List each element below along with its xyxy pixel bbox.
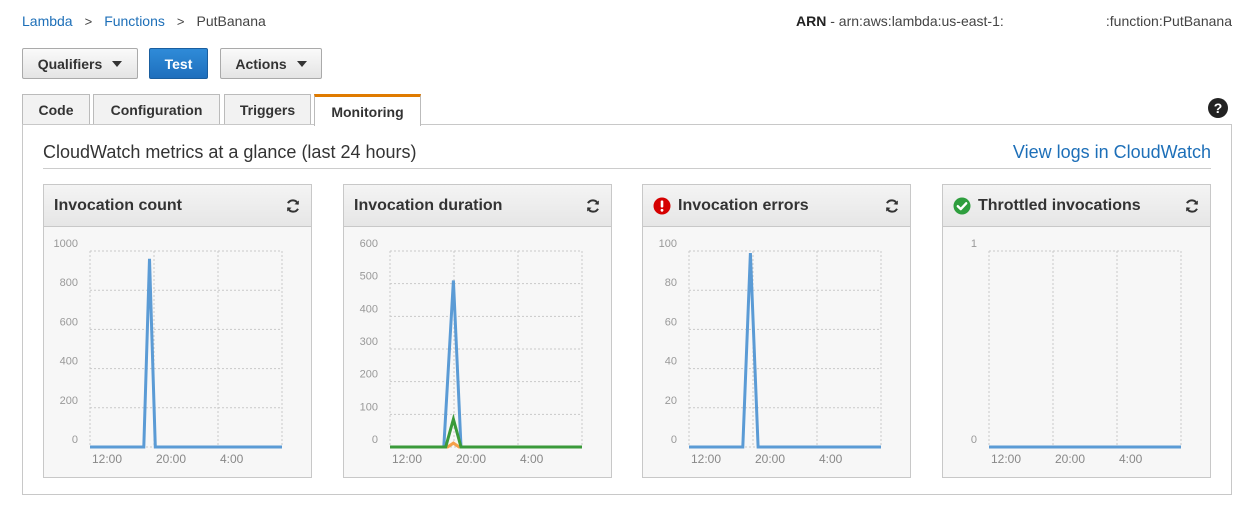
x-tick-label: 20:00 [755,452,785,466]
metric-card-invocation-count: Invocation count 0 200 400 600 800 1000 12:00 2… [43,184,312,478]
card-title-text: Invocation count [54,197,182,214]
test-label: Test [164,55,193,72]
card-title-text: Throttled invocations [978,197,1141,214]
series-line [390,413,582,449]
y-tick-label: 100 [360,401,378,413]
card-header: Invocation count [44,185,311,227]
arn-label: ARN [796,13,827,29]
divider [43,168,1211,169]
x-tick-label: 12:00 [991,452,1021,466]
card-title: Invocation count [54,197,182,215]
caret-down-icon [112,60,123,67]
question-circle-icon[interactable]: ? [1207,97,1229,119]
metric-card-throttled-invocations: Throttled invocations 0 1 12:00 20:00 4:00 [942,184,1211,478]
y-tick-label: 800 [60,277,78,289]
tab-monitoring-label: Monitoring [331,103,404,120]
x-tick-label: 20:00 [456,452,486,466]
refresh-icon[interactable] [585,198,601,214]
x-tick-label: 4:00 [819,452,843,466]
actions-button[interactable]: Actions [220,48,322,79]
y-tick-label: 600 [360,238,378,250]
tab-configuration-label: Configuration [110,102,203,118]
tab-code-label: Code [38,102,74,118]
breadcrumb-current: PutBanana [196,13,266,29]
check-circle-icon [953,197,971,215]
error-icon [653,197,671,215]
x-tick-label: 4:00 [520,452,544,466]
x-tick-label: 12:00 [392,452,422,466]
y-tick-label: 60 [665,316,677,328]
refresh-icon[interactable] [884,198,900,214]
card-title: Throttled invocations [953,197,1141,215]
invocation-count-chart: 0 200 400 600 800 1000 12:00 20:00 4:00 [54,238,283,466]
series-line [390,280,582,449]
x-tick-label: 4:00 [1119,452,1143,466]
actions-label: Actions [235,55,287,72]
breadcrumb-lambda-link[interactable]: Lambda [22,13,73,29]
y-tick-label: 20 [665,395,677,407]
y-tick-label: 80 [665,277,677,289]
card-header: Throttled invocations [943,185,1210,227]
chevron-right-icon: > [84,13,93,29]
x-tick-label: 12:00 [92,452,122,466]
y-tick-label: 200 [360,369,378,381]
series-line [689,252,881,449]
x-tick-label: 4:00 [220,452,244,466]
card-header: Invocation errors [643,185,910,227]
panel-title: CloudWatch metrics at a glance (last 24 … [43,142,417,162]
tab-configuration[interactable]: Configuration [93,94,220,125]
tab-monitoring[interactable]: Monitoring [314,94,421,126]
test-button[interactable]: Test [149,48,208,79]
y-tick-label: 40 [665,356,677,368]
card-title: Invocation errors [653,197,809,215]
view-logs-link[interactable]: View logs in CloudWatch [1013,142,1211,163]
metric-card-invocation-duration: Invocation duration 0 100 200 300 400 500 600 1… [343,184,612,478]
x-tick-label: 12:00 [691,452,721,466]
y-tick-label: 300 [360,336,378,348]
breadcrumb-functions-link[interactable]: Functions [104,13,165,29]
y-tick-label: 0 [72,434,78,446]
y-tick-label: 0 [671,434,677,446]
y-tick-label: 0 [372,434,378,446]
y-tick-label: 100 [659,238,677,250]
y-tick-label: 600 [60,316,78,328]
card-title-text: Invocation errors [678,197,809,214]
arn-suffix: :function:PutBanana [1105,13,1232,29]
card-title-text: Invocation duration [354,197,503,214]
y-tick-label: 500 [360,271,378,283]
y-tick-label: 400 [360,303,378,315]
y-tick-label: 400 [60,356,78,368]
arn-prefix: ARN - arn:aws:lambda:us-east-1: [796,13,1004,29]
card-header: Invocation duration [344,185,611,227]
tab-triggers[interactable]: Triggers [224,94,311,125]
refresh-icon[interactable] [285,198,301,214]
series-line [90,258,282,449]
svg-text:?: ? [1214,100,1223,116]
tab-triggers-label: Triggers [239,102,296,118]
qualifiers-label: Qualifiers [37,55,103,72]
chevron-right-icon: > [176,13,185,29]
y-tick-label: 1000 [54,238,78,250]
qualifiers-button[interactable]: Qualifiers [22,48,138,79]
x-tick-label: 20:00 [156,452,186,466]
card-title: Invocation duration [354,197,502,215]
breadcrumb: Lambda > Functions > PutBanana [22,13,266,29]
y-tick-label: 1 [971,238,977,250]
y-tick-label: 200 [60,395,78,407]
refresh-icon[interactable] [1184,198,1200,214]
x-tick-label: 20:00 [1055,452,1085,466]
metric-card-invocation-errors: Invocation errors 0 20 40 60 80 100 12:00 20:00… [642,184,911,478]
throttled-invocations-chart: 0 1 12:00 20:00 4:00 [971,238,1182,466]
arn-prefix-text: - arn:aws:lambda:us-east-1: [830,13,1004,29]
invocation-duration-chart: 0 100 200 300 400 500 600 12:00 20:00 4:00 [360,238,583,466]
invocation-errors-chart: 0 20 40 60 80 100 12:00 20:00 4:00 [659,238,882,466]
tab-code[interactable]: Code [22,94,90,125]
y-tick-label: 0 [971,434,977,446]
caret-down-icon [296,60,307,67]
